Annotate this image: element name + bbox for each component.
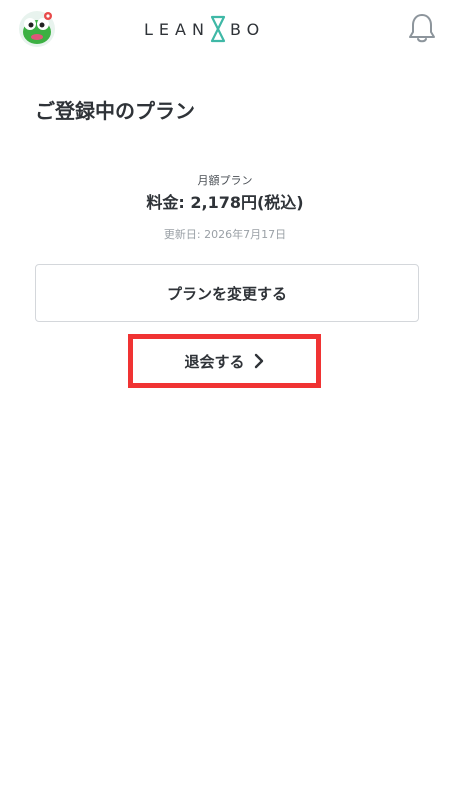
chevron-right-icon bbox=[253, 353, 265, 369]
plan-name: 月額プラン bbox=[197, 174, 253, 187]
bell-icon[interactable] bbox=[407, 12, 437, 44]
renewal-date: 更新日: 2026年7月17日 bbox=[163, 228, 287, 241]
page-title: ご登録中のプラン bbox=[35, 99, 195, 123]
app-logo[interactable]: LEAN BO bbox=[144, 14, 262, 44]
logo-text-left: LEAN bbox=[144, 19, 210, 39]
logo-text-right: BO bbox=[229, 19, 262, 39]
withdraw-label: 退会する bbox=[184, 352, 245, 371]
change-plan-label: プランを変更する bbox=[166, 284, 287, 303]
withdraw-button[interactable]: 退会する bbox=[128, 334, 321, 388]
mascot-avatar-icon[interactable] bbox=[18, 10, 56, 48]
hourglass-logo-icon bbox=[210, 15, 226, 43]
app-header: LEAN BO bbox=[0, 0, 450, 58]
plan-price: 料金: 2,178円(税込) bbox=[146, 193, 304, 212]
change-plan-button[interactable]: プランを変更する bbox=[35, 264, 419, 322]
